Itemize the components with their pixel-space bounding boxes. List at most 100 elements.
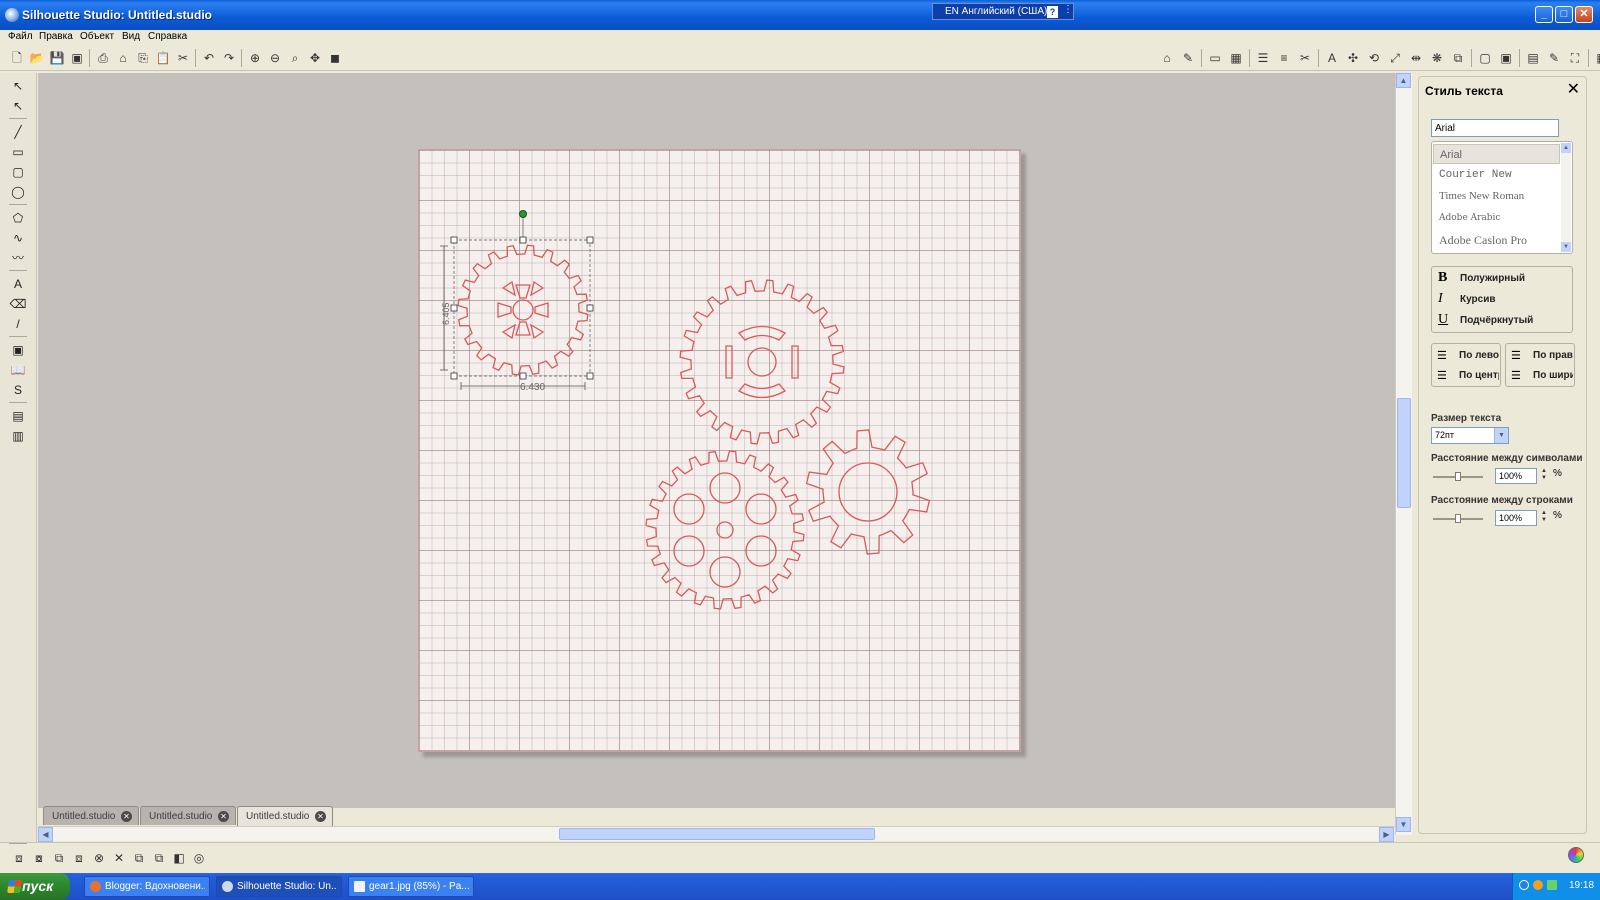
close-button[interactable]: ✕ [1575,6,1593,23]
tray-arrow-icon[interactable] [1519,880,1529,890]
copy-button[interactable]: ⎘ [134,49,152,67]
library-button[interactable]: ▤ [1524,49,1542,67]
design-workspace[interactable]: 6.430 6.405 [38,73,1395,808]
italic-toggle[interactable]: I Курсив [1436,290,1560,310]
trace-button[interactable]: ▣ [1497,49,1515,67]
select-tool-button[interactable]: ↖ [9,77,27,95]
slider-knob[interactable] [1455,514,1461,523]
gear-shape-large[interactable] [679,279,845,445]
paste-button[interactable]: 📋 [154,49,172,67]
resize-handle[interactable] [586,304,594,312]
zoom-select-button[interactable]: ⌕ [286,49,304,67]
font-name-input[interactable]: Arial [1431,119,1559,137]
document-tab[interactable]: Untitled.studio ✕ [43,806,139,825]
rotate-button[interactable]: ⟲ [1365,49,1383,67]
eraser-tool-button[interactable]: ⌫ [9,295,27,313]
curve-tool-button[interactable]: ∿ [9,229,27,247]
scroll-down-icon[interactable]: ▼ [1561,242,1571,252]
undo-button[interactable]: ↶ [200,49,218,67]
gear-spokes[interactable] [497,280,549,340]
group-button[interactable]: ⧈ [10,849,28,867]
gear-slots[interactable] [725,325,799,399]
start-button[interactable]: пуск [0,873,70,900]
language-bar-options-icon[interactable]: ⋮ [1063,4,1073,15]
font-list-item[interactable]: Courier New [1433,165,1560,185]
redo-button[interactable]: ↷ [220,49,238,67]
document-tab[interactable]: Untitled.studio ✕ [140,806,236,825]
mirror-button[interactable]: ◧ [170,849,188,867]
save-button[interactable]: 💾 [48,49,66,67]
align-left-button[interactable]: ☰ По левому [1435,347,1499,365]
resize-handle[interactable] [450,372,458,380]
close-tab-icon[interactable]: ✕ [121,811,132,822]
gear-hub[interactable] [512,299,534,321]
modify-button[interactable]: ⧉ [1449,49,1467,67]
scale-button[interactable]: ⤢ [1386,49,1404,67]
page-setup-button[interactable]: ⌂ [1158,49,1176,67]
document-tab-active[interactable]: Untitled.studio ✕ [237,806,333,826]
weld-button[interactable]: ⊗ [90,849,108,867]
page-view-button[interactable]: ▣ [9,341,27,359]
gear-shape-holes[interactable] [645,450,805,610]
line-spacing-slider[interactable] [1433,514,1483,523]
text-size-select[interactable]: 72пт ▼ [1431,427,1509,444]
gear-holes[interactable] [673,472,777,588]
bring-forward-button[interactable]: ⧉ [130,849,148,867]
horizontal-scroll-thumb[interactable] [559,828,875,840]
panel-close-icon[interactable]: ✕ [1567,82,1580,98]
title-bar[interactable]: Silhouette Studio: Untitled.studio EN Ан… [0,0,1600,30]
line-tool-button[interactable]: ╱ [9,123,27,141]
online-store-button[interactable]: S [9,381,27,399]
zoom-in-button[interactable]: ⊕ [246,49,264,67]
taskbar-item-silhouette[interactable]: Silhouette Studio: Un... [216,876,342,897]
line-style-button[interactable]: ☰ [1254,49,1272,67]
close-tab-icon[interactable]: ✕ [218,811,229,822]
fit-to-page-button[interactable]: ◼ [326,49,344,67]
cut-style-button[interactable]: ✂ [1296,49,1314,67]
split-view-1-button[interactable]: ▤ [9,407,27,425]
grid-button[interactable]: ▦ [1227,49,1245,67]
menu-help[interactable]: Справка [148,31,187,42]
language-indicator[interactable]: EN Английский (США) [945,6,1047,17]
scroll-up-icon[interactable]: ▲ [1396,73,1411,88]
resize-handle[interactable] [450,236,458,244]
line-spacing-spinner[interactable]: ▲ ▼ [1541,510,1549,524]
rectangle-tool-button[interactable]: ▭ [9,143,27,161]
vertical-scroll-thumb[interactable] [1397,398,1411,508]
scroll-down-icon[interactable]: ▼ [1396,817,1411,832]
rotate-handle[interactable] [519,210,527,218]
scroll-up-icon[interactable]: ▲ [1561,143,1571,153]
underline-toggle[interactable]: U Подчёркнутый [1436,311,1560,331]
offset-button[interactable]: ▢ [1476,49,1494,67]
fullscreen-button[interactable]: ⛶ [1566,49,1584,67]
gear-hub[interactable] [747,347,777,377]
resize-handle[interactable] [586,236,594,244]
menu-object[interactable]: Объект [80,31,114,42]
resize-handle[interactable] [450,304,458,312]
new-document-button[interactable]: 🗋 [8,49,26,67]
network-icon[interactable] [1547,880,1557,890]
char-spacing-spinner[interactable]: ▲ ▼ [1541,468,1549,482]
menu-edit[interactable]: Правка [39,31,73,42]
delete-button[interactable]: ✕ [110,849,128,867]
knife-tool-button[interactable]: / [9,315,27,333]
char-spacing-input[interactable]: 100% [1495,468,1537,484]
tray-app-icon[interactable] [1533,880,1543,890]
char-spacing-slider[interactable] [1433,472,1483,481]
cut-settings-button[interactable]: ✎ [1179,49,1197,67]
replicate-button[interactable]: ❋ [1428,49,1446,67]
taskbar-item-blogger[interactable]: Blogger: Вдохновени... [84,876,210,897]
store-button[interactable]: ▦ [1593,49,1600,67]
horizontal-scrollbar[interactable]: ◀ ▶ [38,826,1395,842]
open-folder-button[interactable]: 📂 [28,49,46,67]
split-view-2-button[interactable]: ▥ [9,427,27,445]
help-icon[interactable]: ? [1047,6,1058,18]
resize-handle[interactable] [519,236,527,244]
library-view-button[interactable]: 📖 [9,361,27,379]
font-list-scrollbar[interactable]: ▲ ▼ [1561,143,1571,252]
font-list-item[interactable]: Times New Roman [1433,186,1560,206]
edit-points-button[interactable]: ↖ [9,97,27,115]
justify-button[interactable]: ☰ По ширине [1509,367,1573,385]
registration-button[interactable]: ▭ [1206,49,1224,67]
minimize-button[interactable]: _ [1535,6,1553,23]
